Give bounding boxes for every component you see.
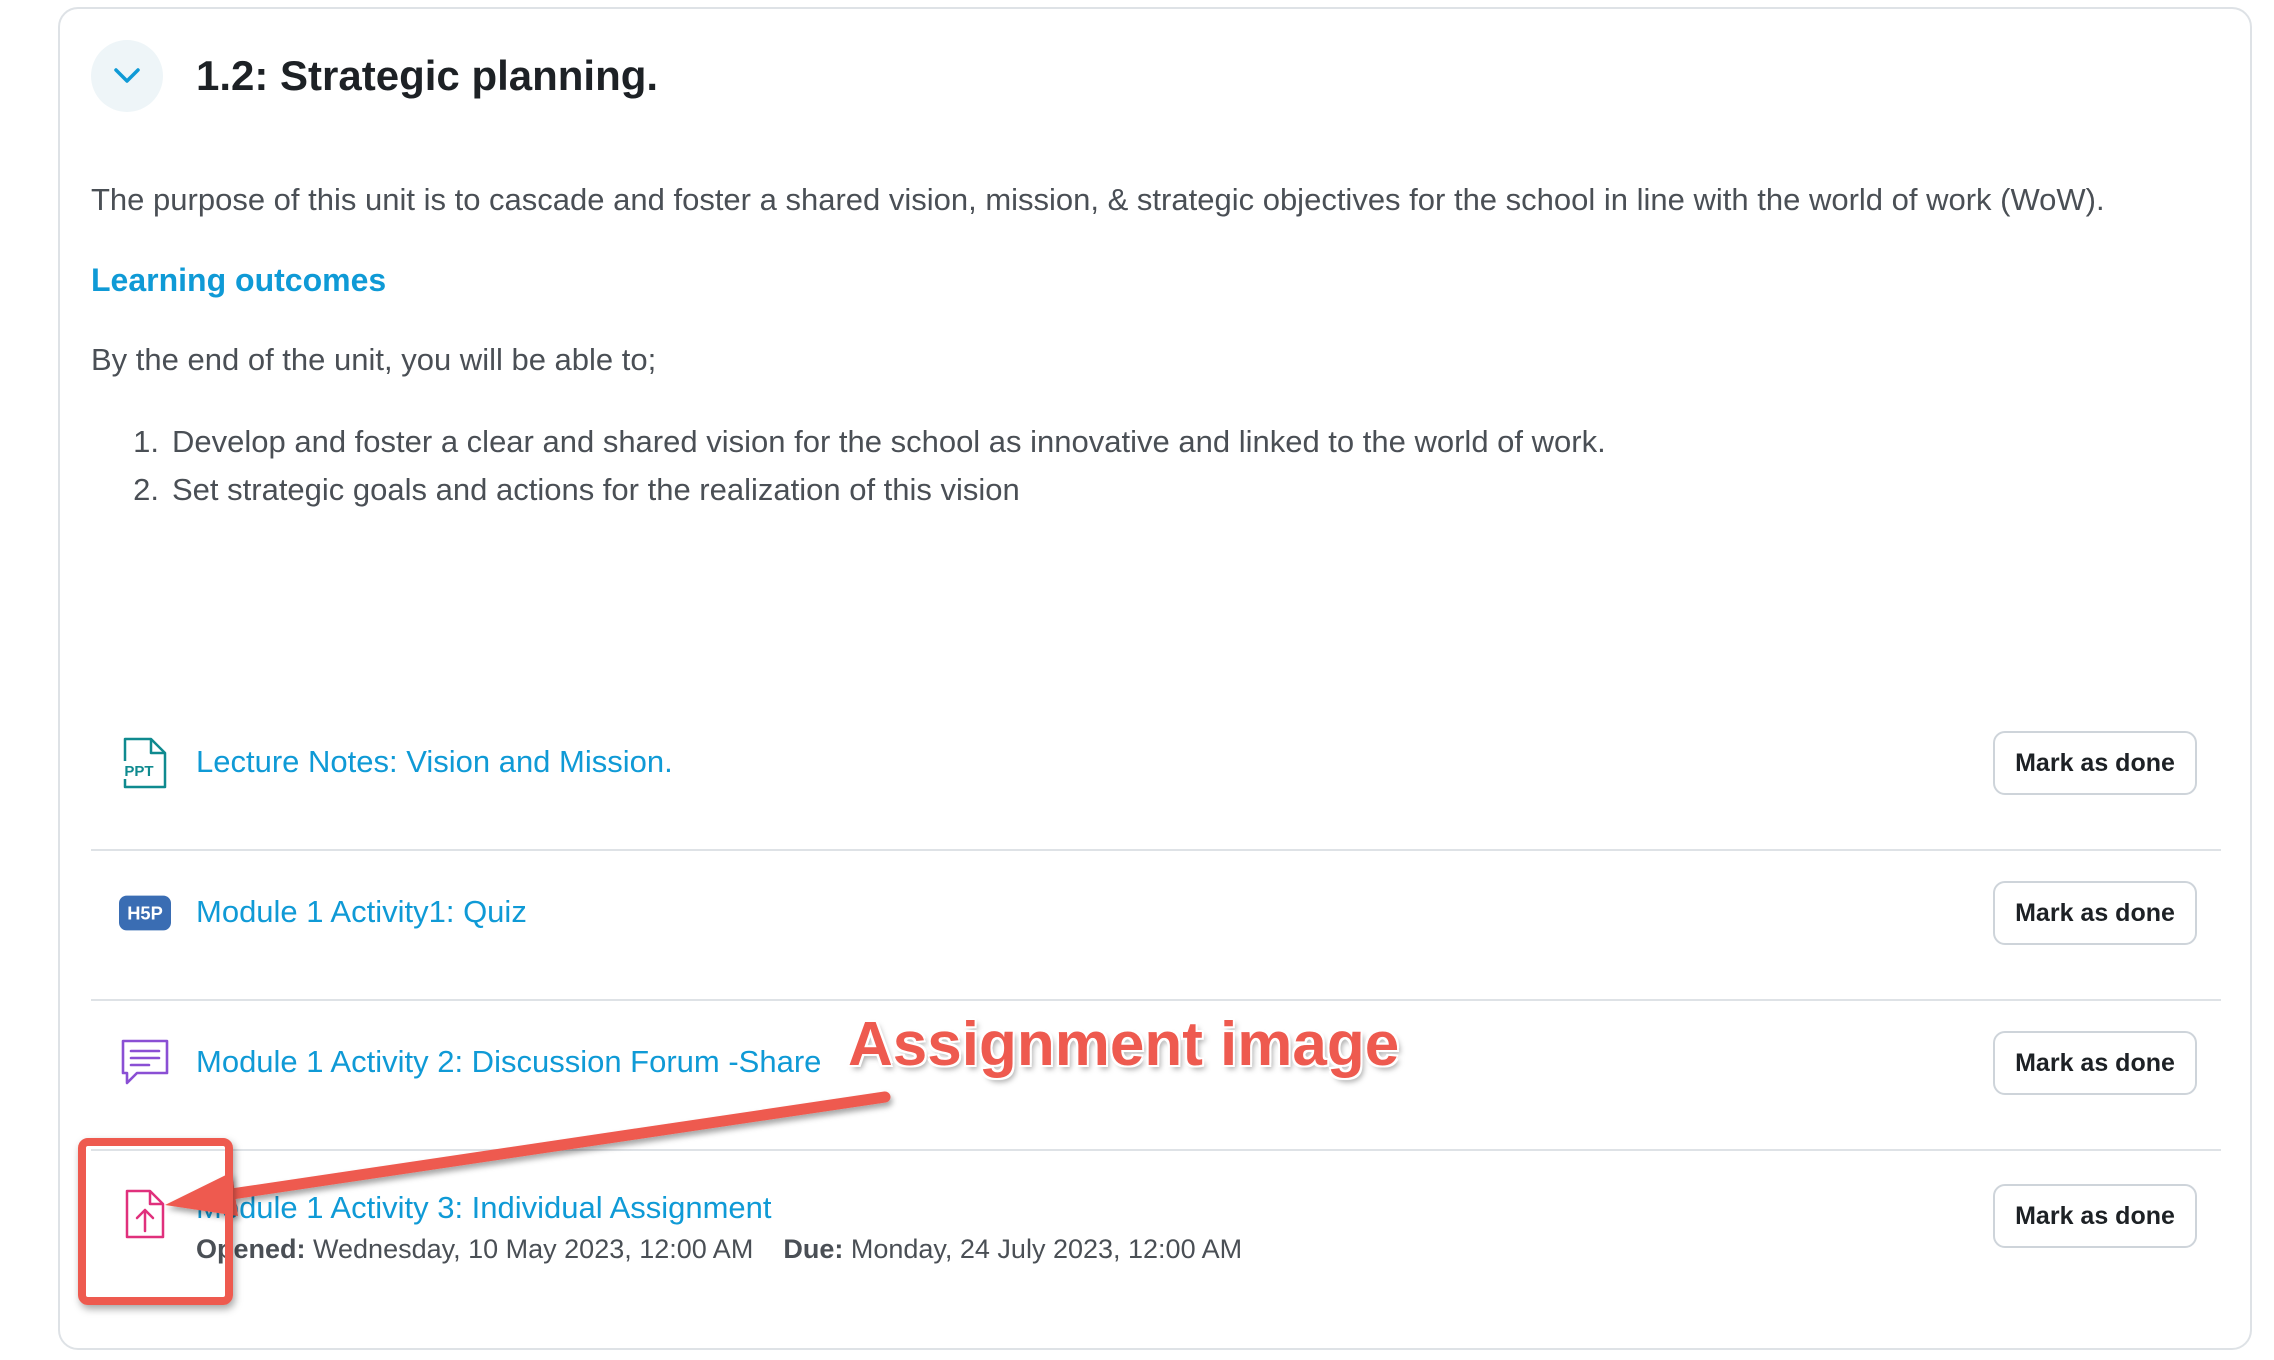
- annotation-arrow: [165, 1091, 891, 1216]
- annotation-highlight-box: [78, 1138, 233, 1305]
- annotation-label: Assignment image: [848, 1010, 1400, 1079]
